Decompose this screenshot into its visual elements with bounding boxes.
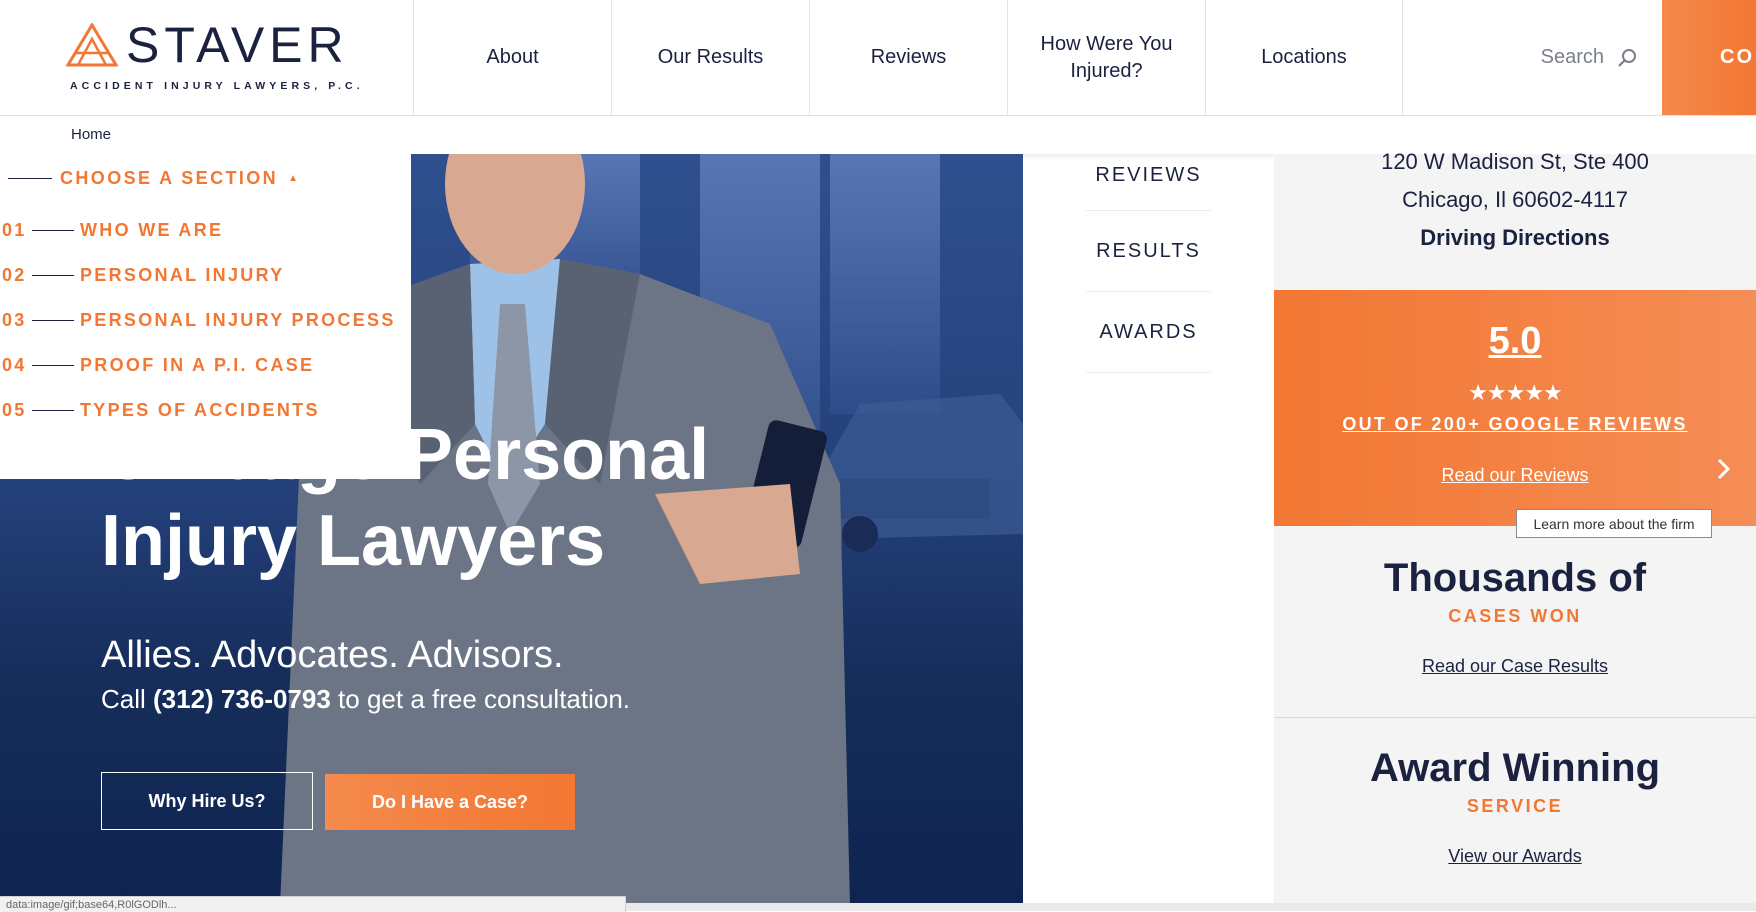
dash-line: [32, 410, 74, 411]
logo-wordmark: STAVER: [126, 17, 349, 73]
site-header: STAVER ACCIDENT INJURY LAWYERS, P.C. Abo…: [0, 0, 1756, 116]
section-label: PERSONAL INJURY PROCESS: [80, 310, 396, 330]
dash-line: [32, 365, 74, 366]
dash-line: [8, 178, 52, 179]
section-number: 03: [2, 310, 27, 330]
nav-reviews[interactable]: Reviews: [809, 0, 1007, 115]
sidebar: 120 W Madison St, Ste 400 Chicago, Il 60…: [1274, 149, 1756, 906]
award-winning-title: Award Winning: [1370, 746, 1660, 790]
nav-our-results[interactable]: Our Results: [611, 0, 809, 115]
star-rating-icon: ★★★★★: [1468, 380, 1563, 405]
logo-tagline: ACCIDENT INJURY LAWYERS, P.C.: [70, 80, 364, 92]
view-awards-link[interactable]: View our Awards: [1274, 846, 1756, 867]
award-winning-subtitle: SERVICE: [1466, 796, 1564, 816]
choose-section-toggle[interactable]: CHOOSE A SECTION ▲: [8, 168, 300, 189]
section-item-types-of-accidents[interactable]: 05 TYPES OF ACCIDENTS: [2, 400, 320, 421]
section-item-who-we-are[interactable]: 01 WHO WE ARE: [2, 220, 223, 241]
review-count: OUT OF 200+ GOOGLE REVIEWS: [1342, 414, 1688, 434]
case-results-link[interactable]: Read our Case Results: [1274, 656, 1756, 677]
browser-status-bar: data:image/gif;base64,R0lGODlh...: [0, 896, 626, 912]
section-number: 01: [2, 220, 27, 240]
search-button[interactable]: Search: [1411, 0, 1662, 115]
page-bottom-edge: [626, 903, 1756, 911]
search-label: Search: [1540, 46, 1604, 68]
staver-logo-icon: [66, 23, 118, 67]
breadcrumb-home-link[interactable]: Home: [71, 126, 111, 143]
office-address-line2: Chicago, Il 60602-4117: [1402, 187, 1628, 212]
staver-logo[interactable]: STAVER ACCIDENT INJURY LAWYERS, P.C.: [66, 20, 366, 95]
caret-up-icon: ▲: [288, 173, 301, 184]
hero-title-line2: Injury Lawyers: [101, 501, 606, 581]
google-reviews-card[interactable]: 5.0 ★★★★★ OUT OF 200+ GOOGLE REVIEWS Rea…: [1274, 290, 1756, 526]
section-item-personal-injury[interactable]: 02 PERSONAL INJURY: [2, 265, 285, 286]
tab-reviews[interactable]: REVIEWS: [1086, 140, 1211, 211]
tooltip: Learn more about the firm: [1516, 509, 1712, 538]
dash-line: [32, 320, 74, 321]
search-icon: [1618, 48, 1636, 67]
section-label: PROOF IN A P.I. CASE: [80, 355, 315, 375]
section-label: TYPES OF ACCIDENTS: [80, 400, 320, 420]
phone-number-link[interactable]: (312) 736-0793: [153, 684, 331, 714]
divider: [1274, 717, 1756, 718]
nav-about[interactable]: About: [413, 0, 611, 115]
hero-call-text: Call (312) 736-0793 to get a free consul…: [101, 684, 630, 715]
dash-line: [32, 230, 74, 231]
nav-locations[interactable]: Locations: [1205, 0, 1403, 115]
contact-cta-button[interactable]: CO: [1662, 0, 1756, 115]
read-reviews-link[interactable]: Read our Reviews: [1274, 465, 1756, 486]
chevron-right-icon[interactable]: [1714, 454, 1734, 484]
nav-how-were-you-injured[interactable]: How Were You Injured?: [1007, 0, 1205, 115]
page-tabs: REVIEWS RESULTS AWARDS: [1086, 140, 1211, 373]
section-label: PERSONAL INJURY: [80, 265, 285, 285]
cases-won-subtitle: CASES WON: [1448, 606, 1582, 626]
dash-line: [32, 275, 74, 276]
section-number: 02: [2, 265, 27, 285]
choose-section-menu: CHOOSE A SECTION ▲ 01 WHO WE ARE 02 PERSON…: [0, 154, 411, 479]
cases-won-title: Thousands of: [1383, 556, 1647, 600]
why-hire-us-button[interactable]: Why Hire Us?: [101, 772, 313, 830]
call-suffix: to get a free consultation.: [330, 684, 631, 714]
office-address-line1: 120 W Madison St, Ste 400: [1381, 149, 1649, 174]
choose-section-label: CHOOSE A SECTION: [60, 168, 279, 188]
section-number: 04: [2, 355, 27, 375]
section-number: 05: [2, 400, 27, 420]
tab-awards[interactable]: AWARDS: [1086, 292, 1211, 373]
section-item-personal-injury-process[interactable]: 03 PERSONAL INJURY PROCESS: [2, 310, 396, 331]
section-label: WHO WE ARE: [80, 220, 224, 240]
tab-results[interactable]: RESULTS: [1086, 211, 1211, 292]
call-prefix: Call: [101, 684, 154, 714]
review-rating: 5.0: [1488, 320, 1542, 362]
section-item-proof-in-pi-case[interactable]: 04 PROOF IN A P.I. CASE: [2, 355, 314, 376]
hero-subtitle: Allies. Advocates. Advisors.: [101, 634, 564, 676]
do-i-have-a-case-button[interactable]: Do I Have a Case?: [325, 774, 575, 830]
driving-directions-link[interactable]: Driving Directions: [1274, 225, 1756, 251]
main-nav: About Our Results Reviews How Were You I…: [413, 0, 1403, 115]
